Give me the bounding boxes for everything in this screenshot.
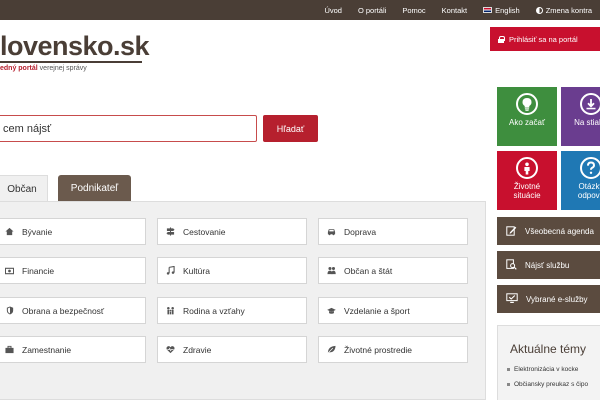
category-zamestnanie[interactable]: Zamestnanie [0, 336, 146, 363]
shield-icon [5, 306, 14, 315]
news-title: Aktuálne témy [510, 342, 587, 356]
tile-label-2: situácie [513, 191, 541, 200]
nav-o-portali[interactable]: O portáli [350, 6, 394, 15]
service-label: Nájsť službu [525, 260, 570, 270]
contrast-icon [535, 6, 543, 14]
tile-na-stiahnutie[interactable]: Na stiahn [561, 87, 600, 146]
news-item[interactable]: Elektronizácia v kocke [498, 366, 600, 373]
login-label: Prihlásiť sa na portál [509, 34, 578, 44]
tile-ako-zacat[interactable]: Ako začať [497, 87, 557, 146]
leaf-icon [327, 345, 336, 354]
category-vzdelanie[interactable]: Vzdelanie a šport [318, 297, 468, 324]
nav-kontakt[interactable]: Kontakt [434, 6, 475, 15]
news-item-label: Elektronizácia v kocke [514, 366, 579, 373]
category-label: Rodina a vzťahy [183, 305, 245, 316]
briefcase-icon [5, 345, 14, 354]
language-switch[interactable]: English [475, 6, 528, 15]
contrast-label: Zmena kontra [545, 5, 592, 15]
people-icon [327, 266, 336, 275]
category-obrana[interactable]: Obrana a bezpečnosť [0, 297, 146, 324]
tile-label-1: Otázky [578, 182, 600, 191]
car-icon [327, 227, 336, 236]
category-rodina[interactable]: Rodina a vzťahy [157, 297, 307, 324]
tile-label-1: Životné [513, 182, 541, 191]
category-cestovanie[interactable]: Cestovanie [157, 218, 307, 245]
uk-flag-icon [483, 7, 493, 13]
category-label: Cestovanie [183, 226, 226, 237]
nav-pomoc[interactable]: Pomoc [394, 6, 433, 15]
category-obcan-a-stat[interactable]: Občan a štát [318, 257, 468, 284]
logo-text: lovensko.sk [0, 31, 150, 61]
monitor-check-icon [506, 292, 518, 306]
contrast-toggle[interactable]: Zmena kontra [528, 6, 600, 15]
tile-otazky-odpovede[interactable]: Otázky odpove [561, 151, 600, 210]
news-panel: Aktuálne témy Elektronizácia v kocke Obč… [497, 325, 600, 400]
document-search-icon [506, 258, 517, 272]
signpost-icon [166, 227, 175, 236]
category-kultura[interactable]: Kultúra [157, 257, 307, 284]
category-label: Kultúra [183, 265, 210, 276]
bullet-icon [507, 368, 510, 371]
category-label: Doprava [344, 226, 377, 237]
bullet-icon [507, 383, 510, 386]
nav-uvod[interactable]: Úvod [316, 6, 350, 15]
document-edit-icon [506, 225, 517, 238]
service-label: Vybrané e-služby [526, 294, 588, 304]
category-label: Bývanie [22, 226, 53, 237]
life-situation-icon [516, 157, 538, 179]
category-zdravie[interactable]: Zdravie [157, 336, 307, 363]
search-input[interactable] [0, 115, 257, 142]
category-financie[interactable]: Financie [0, 257, 146, 284]
category-doprava[interactable]: Doprava [318, 218, 468, 245]
service-label: Všeobecná agenda [525, 226, 594, 236]
lock-icon [498, 35, 505, 43]
money-icon [5, 266, 14, 275]
service-vseobecna-agenda[interactable]: Všeobecná agenda [497, 217, 600, 245]
tile-label-2: odpove [577, 191, 600, 200]
question-icon [580, 157, 600, 179]
family-icon [166, 306, 175, 315]
download-icon [580, 93, 600, 115]
category-label: Občan a štát [344, 265, 393, 276]
service-najst-sluzbu[interactable]: Nájsť službu [497, 251, 600, 279]
logo-underline [0, 61, 142, 63]
logo-tagline: edný portál verejnej správy [0, 65, 87, 72]
music-icon [166, 266, 175, 275]
lightbulb-icon [516, 93, 538, 115]
home-icon [5, 227, 14, 236]
category-zivotne-prostredie[interactable]: Životné prostredie [318, 336, 468, 363]
heart-icon [166, 345, 175, 354]
graduation-cap-icon [327, 306, 336, 315]
category-label: Životné prostredie [344, 344, 413, 355]
service-vybrane-esluzby[interactable]: Vybrané e-služby [497, 285, 600, 313]
site-logo[interactable]: lovensko.sk edný portál verejnej správy [0, 31, 150, 72]
tile-zivotne-situacie[interactable]: Životné situácie [497, 151, 557, 210]
category-label: Zamestnanie [22, 344, 72, 355]
news-item[interactable]: Občiansky preukaz s čipo [498, 381, 600, 388]
tile-label: Na stiahn [574, 118, 600, 127]
login-button[interactable]: Prihlásiť sa na portál [490, 27, 600, 51]
search-button[interactable]: Hľadať [263, 115, 318, 142]
tile-label: Ako začať [509, 118, 545, 127]
category-label: Obrana a bezpečnosť [22, 305, 105, 316]
tab-obcan[interactable]: Občan [0, 175, 48, 202]
tab-podnikatel[interactable]: Podnikateľ [58, 175, 131, 202]
category-label: Vzdelanie a šport [344, 305, 410, 316]
news-item-label: Občiansky preukaz s čipo [514, 381, 589, 388]
category-label: Financie [22, 265, 55, 276]
category-label: Zdravie [183, 344, 212, 355]
category-byvanie[interactable]: Bývanie [0, 218, 146, 245]
top-nav: Úvod O portáli Pomoc Kontakt English Zme… [316, 0, 600, 20]
language-label: English [495, 5, 520, 15]
